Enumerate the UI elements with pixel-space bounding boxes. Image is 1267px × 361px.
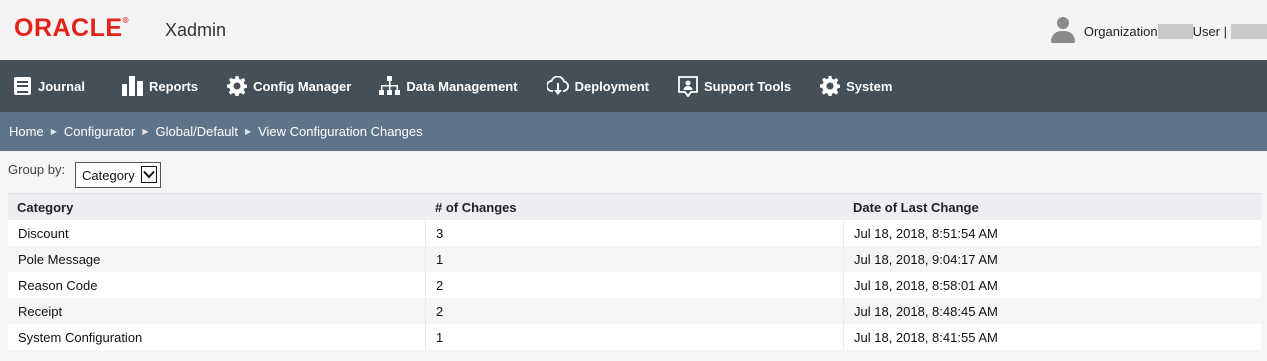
table-row[interactable]: Reason Code 2 Jul 18, 2018, 8:58:01 AM [8, 272, 1261, 298]
column-header-category[interactable]: Category [8, 200, 425, 215]
table-row[interactable]: System Configuration 1 Jul 18, 2018, 8:4… [8, 324, 1261, 350]
user-label: User | [1192, 23, 1227, 39]
nav-reports[interactable]: Reports [121, 60, 199, 112]
column-header-changes[interactable]: # of Changes [425, 194, 843, 220]
cell-date: Jul 18, 2018, 8:48:45 AM [843, 298, 1261, 324]
nav-data-management[interactable]: Data Management [379, 60, 518, 112]
config-changes-table: Category # of Changes Date of Last Chang… [8, 193, 1261, 350]
nav-support-tools[interactable]: Support Tools [678, 60, 791, 112]
breadcrumb-separator-icon: ▶ [50, 127, 57, 136]
cell-category: Discount [18, 225, 69, 241]
support-icon [678, 75, 698, 97]
cell-changes: 1 [425, 246, 843, 272]
oracle-logo[interactable]: ORACLE® [14, 14, 129, 43]
journal-icon [14, 77, 31, 95]
column-header-date[interactable]: Date of Last Change [843, 194, 1261, 220]
bar-chart-icon [121, 76, 143, 96]
cell-date: Jul 18, 2018, 8:41:55 AM [843, 324, 1261, 350]
cell-date: Jul 18, 2018, 9:04:17 AM [843, 246, 1261, 272]
nav-system-label: System [846, 78, 893, 94]
breadcrumb-separator-icon: ▶ [142, 127, 149, 136]
cell-date: Jul 18, 2018, 8:51:54 AM [843, 220, 1261, 246]
breadcrumb-current-page: View Configuration Changes [258, 124, 423, 139]
cell-category: Receipt [18, 303, 63, 319]
cell-changes: 3 [425, 220, 843, 246]
nav-data-management-label: Data Management [406, 78, 518, 94]
organization-label: Organization [1083, 23, 1158, 39]
cell-category: Reason Code [18, 277, 98, 293]
cell-category: System Configuration [18, 329, 143, 345]
table-row[interactable]: Discount 3 Jul 18, 2018, 8:51:54 AM [8, 220, 1261, 246]
cell-changes: 2 [425, 272, 843, 298]
redacted-organization [1157, 23, 1193, 39]
table-row[interactable]: Pole Message 1 Jul 18, 2018, 9:04:17 AM [8, 246, 1261, 272]
nav-deployment-label: Deployment [574, 78, 649, 94]
user-avatar-icon[interactable] [1050, 17, 1076, 45]
nav-support-tools-label: Support Tools [703, 78, 792, 94]
nav-system[interactable]: System [820, 60, 892, 112]
breadcrumb-configurator[interactable]: Configurator [64, 124, 136, 139]
app-header: ORACLE® Xadmin Organization User | [0, 0, 1267, 60]
cell-date: Jul 18, 2018, 8:58:01 AM [843, 272, 1261, 298]
gear-icon [227, 76, 248, 96]
cell-category: Pole Message [18, 251, 101, 267]
nav-config-manager-label: Config Manager [253, 78, 352, 94]
user-menu[interactable]: Organization User | [1050, 16, 1267, 46]
groupby-selected-value: Category [82, 168, 135, 183]
breadcrumb: Home ▶ Configurator ▶ Global/Default ▶ V… [0, 112, 1267, 151]
nav-deployment[interactable]: Deployment [546, 60, 649, 112]
nav-journal[interactable]: Journal [13, 60, 85, 112]
nav-reports-label: Reports [148, 78, 199, 94]
main-nav: Journal Reports Config Manager Data Mana… [0, 60, 1267, 112]
breadcrumb-global-default[interactable]: Global/Default [156, 124, 238, 139]
gear-icon [820, 76, 841, 96]
groupby-select[interactable]: Category [75, 162, 161, 188]
nav-config-manager[interactable]: Config Manager [227, 60, 351, 112]
redacted-user [1231, 23, 1267, 39]
table-row[interactable]: Receipt 2 Jul 18, 2018, 8:48:45 AM [8, 298, 1261, 324]
breadcrumb-home[interactable]: Home [9, 124, 44, 139]
chevron-down-icon[interactable] [141, 166, 157, 183]
cell-changes: 2 [425, 298, 843, 324]
hierarchy-icon [379, 76, 401, 95]
nav-journal-label: Journal [38, 78, 85, 94]
app-name: Xadmin [165, 20, 227, 40]
table-header: Category # of Changes Date of Last Chang… [8, 193, 1261, 220]
groupby-label: Group by: [8, 162, 66, 177]
breadcrumb-separator-icon: ▶ [244, 127, 252, 136]
cell-changes: 1 [425, 324, 843, 350]
cloud-download-icon [546, 76, 569, 95]
